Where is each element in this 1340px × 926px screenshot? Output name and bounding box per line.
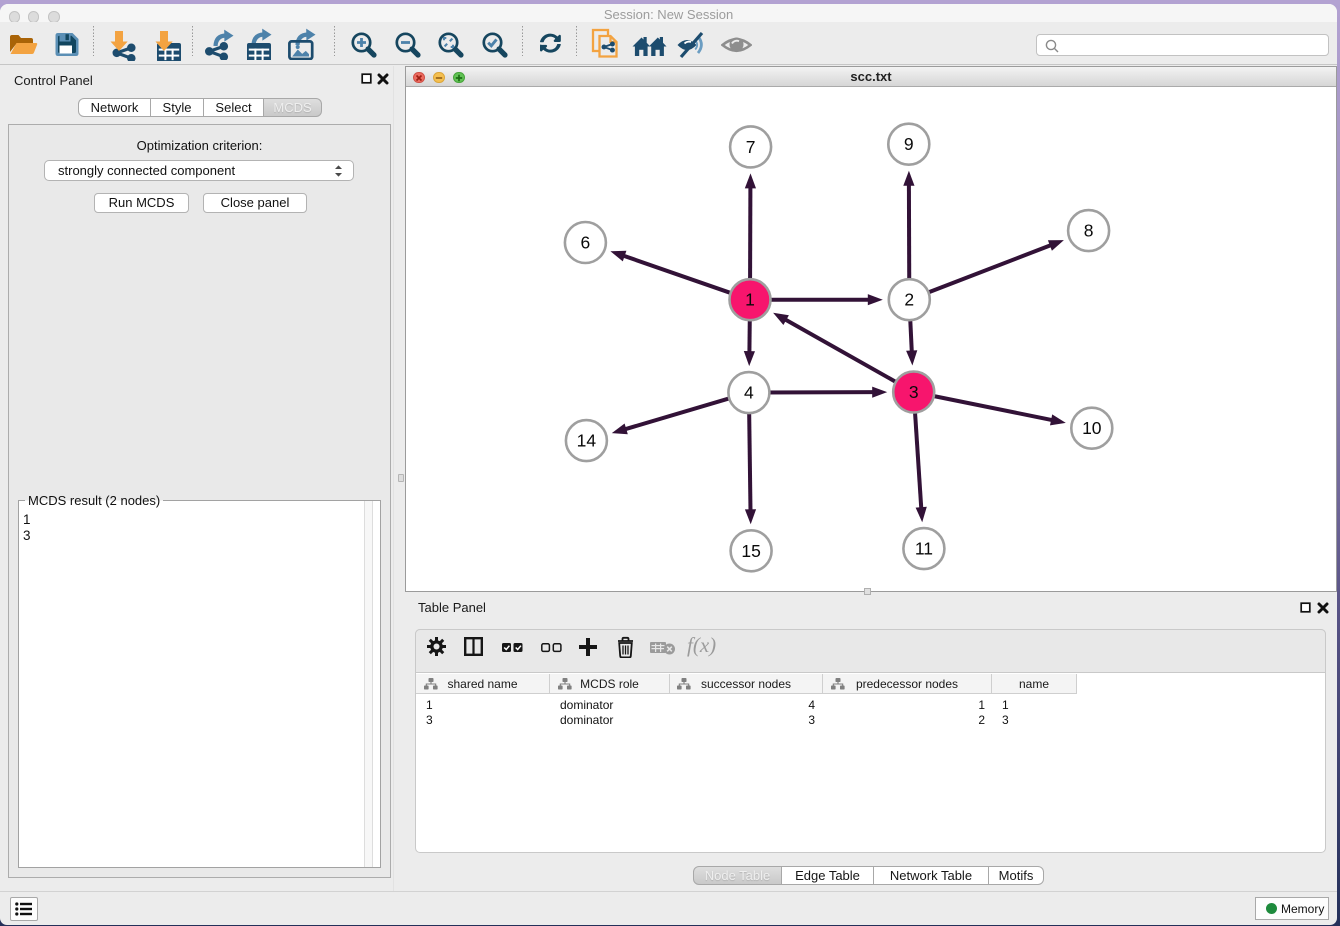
svg-text:11: 11: [915, 539, 933, 559]
svg-text:14: 14: [577, 431, 597, 451]
svg-text:4: 4: [744, 383, 754, 403]
svg-text:3: 3: [909, 382, 919, 402]
svg-text:1: 1: [745, 290, 755, 310]
svg-text:9: 9: [904, 134, 914, 154]
svg-text:6: 6: [581, 233, 591, 253]
svg-text:10: 10: [1082, 418, 1102, 438]
svg-text:7: 7: [746, 137, 756, 157]
svg-text:8: 8: [1084, 221, 1094, 241]
svg-text:15: 15: [741, 541, 760, 561]
svg-text:2: 2: [904, 290, 914, 310]
